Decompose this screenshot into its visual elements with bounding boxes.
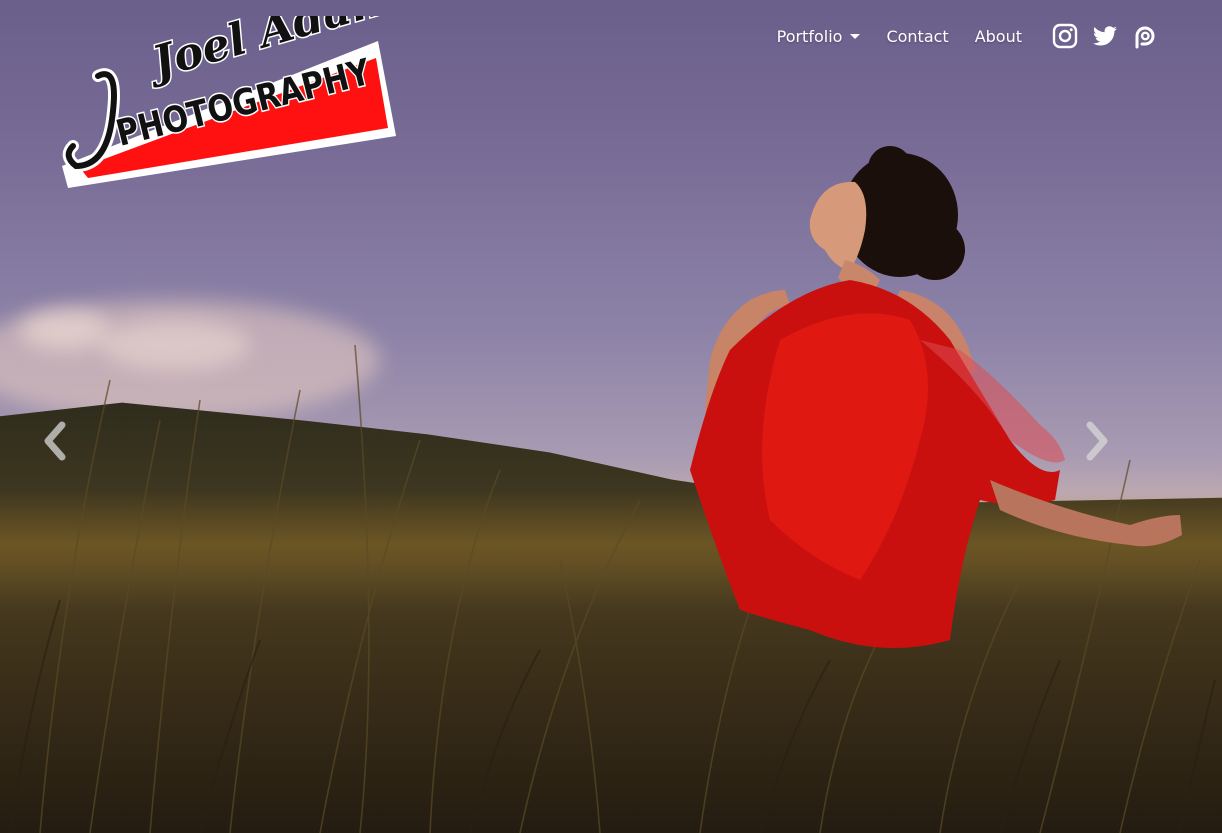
page: Joel Adams PHOTOGRAPHY Portfolio Contact… [0, 0, 1222, 833]
caret-down-icon [850, 33, 861, 39]
chevron-left-icon [44, 421, 66, 461]
carousel-next-button[interactable] [1078, 418, 1118, 464]
nav-about-link[interactable]: About [975, 27, 1022, 46]
main-nav: Portfolio Contact About [777, 22, 1158, 50]
carousel-prev-button[interactable] [34, 418, 74, 464]
nav-contact-link[interactable]: Contact [886, 27, 948, 46]
instagram-icon[interactable] [1052, 23, 1078, 49]
nav-portfolio-label: Portfolio [776, 26, 843, 46]
patreon-icon[interactable] [1132, 23, 1158, 49]
hero-figure [690, 146, 1182, 648]
chevron-right-icon [1086, 421, 1108, 461]
social-links [1052, 23, 1158, 49]
twitter-icon[interactable] [1092, 23, 1118, 49]
nav-portfolio-dropdown[interactable]: Portfolio [777, 27, 861, 46]
site-logo[interactable]: Joel Adams PHOTOGRAPHY [58, 16, 398, 191]
